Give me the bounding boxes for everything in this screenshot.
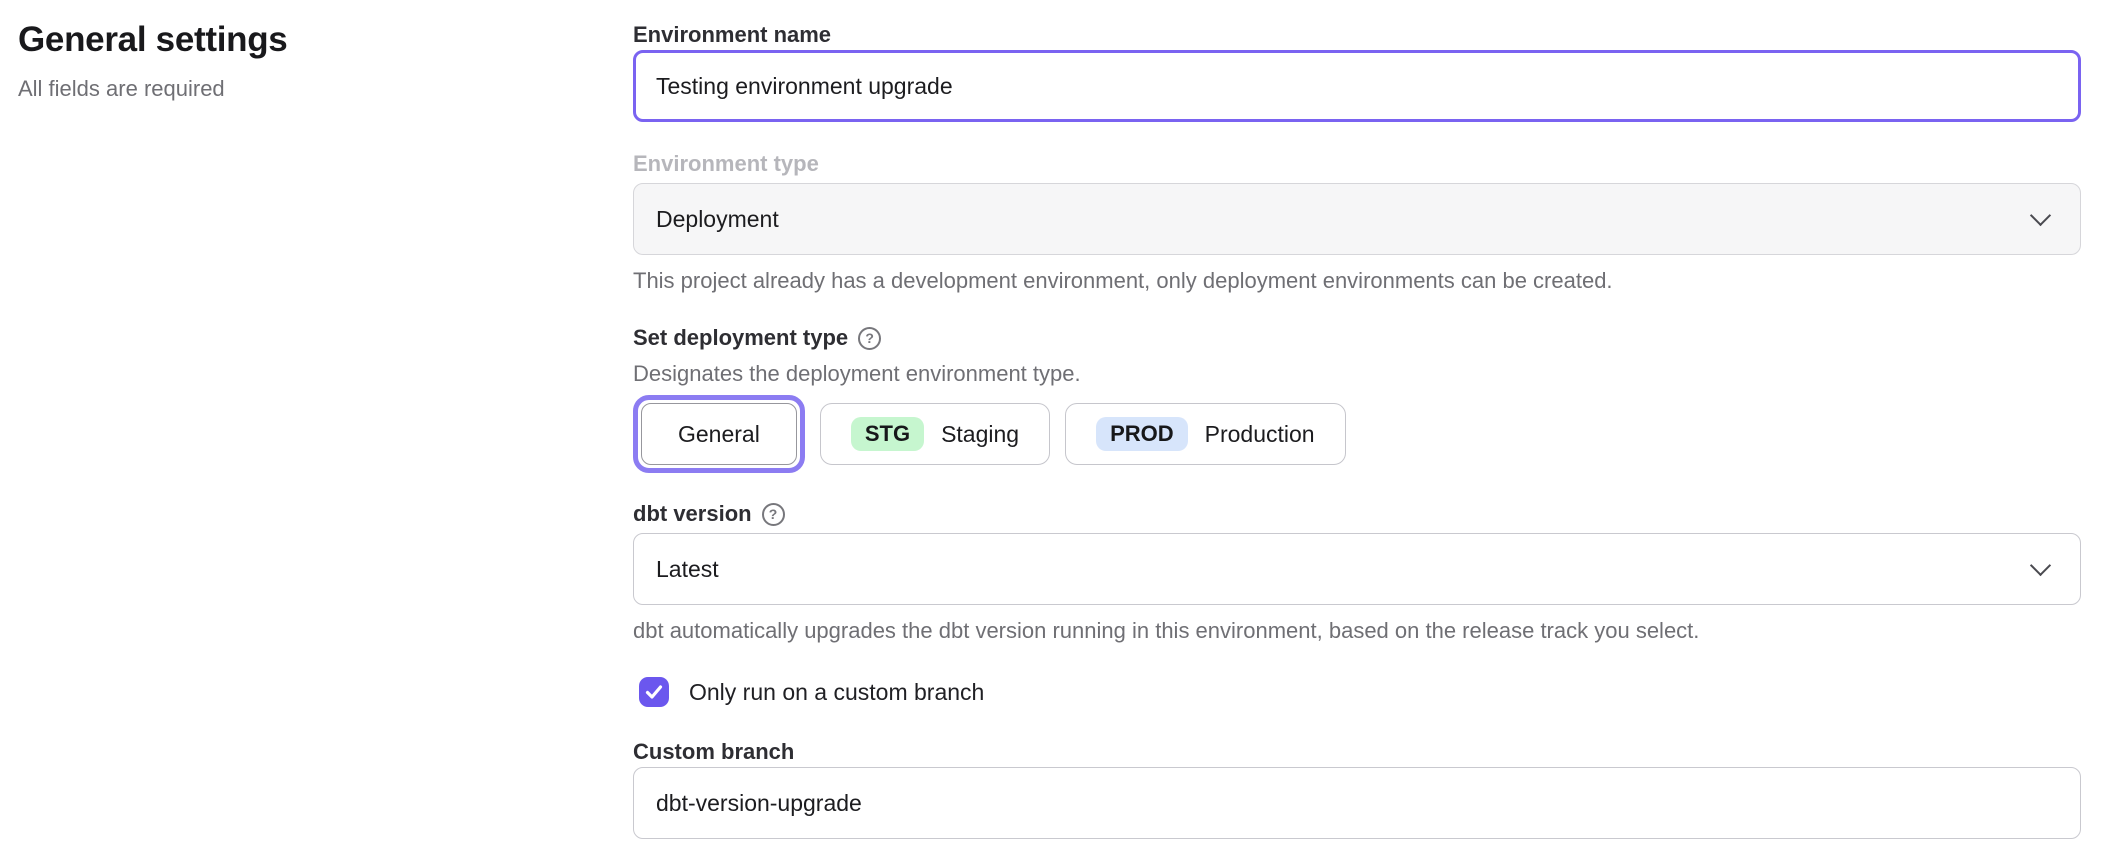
settings-header: General settings All fields are required (18, 20, 608, 102)
chevron-down-icon (2030, 205, 2051, 226)
dbt-version-label: dbt version ? (633, 499, 2081, 529)
deployment-type-label-text: Set deployment type (633, 323, 848, 353)
environment-name-input[interactable] (633, 50, 2081, 122)
environment-type-helper: This project already has a development e… (633, 266, 2081, 296)
environment-type-select: Deployment (633, 183, 2081, 255)
option-general-label: General (678, 421, 760, 448)
dbt-version-helper: dbt automatically upgrades the dbt versi… (633, 616, 2081, 646)
custom-branch-checkbox[interactable] (639, 677, 669, 707)
deployment-type-label: Set deployment type ? (633, 323, 2081, 353)
option-staging-label: Staging (941, 421, 1019, 448)
chevron-down-icon (2030, 555, 2051, 576)
selected-option-ring: General (633, 395, 805, 473)
page-subtitle: All fields are required (18, 76, 608, 102)
custom-branch-toggle-row: Only run on a custom branch (633, 677, 2081, 707)
production-badge: PROD (1096, 417, 1188, 451)
deployment-type-options: General STG Staging PROD Production (633, 395, 2081, 473)
environment-name-label: Environment name (633, 20, 2081, 50)
check-icon (643, 681, 665, 703)
custom-branch-toggle-label: Only run on a custom branch (689, 679, 984, 706)
deployment-type-option-staging[interactable]: STG Staging (820, 403, 1050, 465)
deployment-type-option-production[interactable]: PROD Production (1065, 403, 1346, 465)
custom-branch-input[interactable] (633, 767, 2081, 839)
help-icon[interactable]: ? (762, 503, 785, 526)
help-icon[interactable]: ? (858, 327, 881, 350)
option-production-label: Production (1205, 421, 1315, 448)
deployment-type-helper: Designates the deployment environment ty… (633, 359, 2081, 389)
staging-badge: STG (851, 417, 924, 451)
dbt-version-select[interactable]: Latest (633, 533, 2081, 605)
environment-type-label: Environment type (633, 149, 2081, 179)
dbt-version-value: Latest (656, 556, 719, 583)
dbt-version-label-text: dbt version (633, 499, 752, 529)
page-title: General settings (18, 20, 608, 60)
environment-settings-form: Environment name Environment type Deploy… (633, 0, 2081, 839)
environment-type-value: Deployment (656, 206, 779, 233)
custom-branch-label: Custom branch (633, 737, 2081, 767)
deployment-type-option-general[interactable]: General (641, 403, 797, 465)
